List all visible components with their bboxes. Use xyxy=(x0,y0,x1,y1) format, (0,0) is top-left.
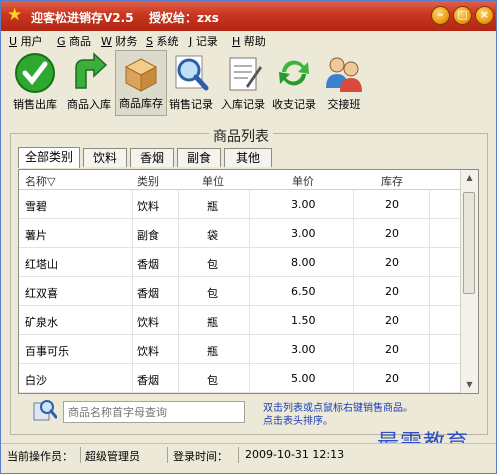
cell-price: 3.00 xyxy=(291,198,316,211)
cell-category: 饮料 xyxy=(137,345,159,358)
product-table[interactable]: 名称▽ 类别 单位 单价 库存 雪碧 饮料 瓶 3.00 20 薯片 副食 袋 … xyxy=(18,169,479,394)
cell-category: 副食 xyxy=(137,229,159,242)
menu-finance[interactable]: W 财务 xyxy=(101,33,137,49)
cell-stock: 20 xyxy=(385,256,399,269)
cell-name: 百事可乐 xyxy=(25,345,69,358)
close-button[interactable]: × xyxy=(475,6,494,25)
table-header: 名称▽ 类别 单位 单价 库存 xyxy=(19,170,462,190)
cell-name: 红塔山 xyxy=(25,258,58,271)
cell-unit: 包 xyxy=(207,258,218,271)
cell-category: 香烟 xyxy=(137,287,159,300)
cell-category: 香烟 xyxy=(137,374,159,387)
table-row[interactable]: 百事可乐 饮料 瓶 3.00 20 xyxy=(19,335,462,364)
cell-name: 矿泉水 xyxy=(25,316,58,329)
cell-price: 8.00 xyxy=(291,256,316,269)
status-divider xyxy=(167,447,168,463)
cell-name: 红双喜 xyxy=(25,287,58,300)
tab-snacks[interactable]: 副食 xyxy=(177,148,221,167)
green-arrow-icon xyxy=(75,52,108,89)
cell-stock: 20 xyxy=(385,285,399,298)
license-label: 授权给：zxs xyxy=(149,11,219,25)
cell-price: 3.00 xyxy=(291,343,316,356)
users-icon xyxy=(326,57,362,92)
tab-drinks[interactable]: 饮料 xyxy=(83,148,127,167)
menu-user[interactable]: U 用户 xyxy=(9,33,43,49)
table-row[interactable]: 矿泉水 饮料 瓶 1.50 20 xyxy=(19,306,462,335)
cell-stock: 20 xyxy=(385,227,399,240)
menu-goods[interactable]: G 商品 xyxy=(57,33,91,49)
scroll-down-icon[interactable]: ▼ xyxy=(461,377,478,393)
box-icon xyxy=(124,58,158,92)
checkmark-icon xyxy=(15,53,55,93)
title-bar[interactable]: ★ 迎客松进销存V2.5 授权给：zxs – □ × xyxy=(1,1,496,31)
cell-price: 5.00 xyxy=(291,372,316,385)
table-row[interactable]: 红双喜 香烟 包 6.50 20 xyxy=(19,277,462,306)
column-header-name[interactable]: 名称▽ xyxy=(25,173,55,189)
cell-unit: 包 xyxy=(207,374,218,387)
cell-price: 1.50 xyxy=(291,314,316,327)
cell-unit: 瓶 xyxy=(207,200,218,213)
star-app-icon: ★ xyxy=(7,5,23,25)
goods-in-button[interactable]: 商品入库 xyxy=(63,50,115,116)
cell-name: 薯片 xyxy=(25,229,47,242)
notepad-icon xyxy=(229,57,262,91)
login-label: 登录时间： xyxy=(173,450,228,463)
status-divider xyxy=(238,447,239,463)
cell-stock: 20 xyxy=(385,343,399,356)
magnifier-icon xyxy=(175,55,209,91)
menu-bar: U 用户 G 商品 W 财务 S 系统 J 记录 H 帮助 xyxy=(1,31,496,48)
scroll-thumb[interactable] xyxy=(463,192,475,294)
shift-handover-button[interactable]: 交接班 xyxy=(319,50,369,116)
cell-stock: 20 xyxy=(385,314,399,327)
operator-value: 超级管理员 xyxy=(85,450,140,463)
maximize-button[interactable]: □ xyxy=(453,6,472,25)
stock-records-button[interactable]: 入库记录 xyxy=(218,50,268,116)
window-title: 迎客松进销存V2.5 xyxy=(31,11,134,25)
status-divider xyxy=(80,447,81,463)
cell-unit: 包 xyxy=(207,287,218,300)
tab-cigarettes[interactable]: 香烟 xyxy=(130,148,174,167)
operator-label: 当前操作员： xyxy=(7,450,73,463)
status-bar: 当前操作员： 超级管理员 登录时间： 2009-10-31 12:13 xyxy=(1,443,496,466)
scroll-up-icon[interactable]: ▲ xyxy=(461,170,478,186)
cell-stock: 20 xyxy=(385,372,399,385)
menu-help[interactable]: H 帮助 xyxy=(232,33,266,49)
column-header-price[interactable]: 单价 xyxy=(292,173,314,189)
login-time: 2009-10-31 12:13 xyxy=(245,448,345,461)
inventory-button[interactable]: 商品库存 xyxy=(115,50,167,116)
cell-price: 3.00 xyxy=(291,227,316,240)
minimize-button[interactable]: – xyxy=(431,6,450,25)
table-row[interactable]: 雪碧 饮料 瓶 3.00 20 xyxy=(19,190,462,219)
sales-out-button[interactable]: 销售出库 xyxy=(9,50,61,116)
cell-category: 饮料 xyxy=(137,200,159,213)
toolbar: 销售出库 商品入库 商品库存 销售记录 入库记录 收支记录 交接班 xyxy=(1,48,496,121)
panel-title: 商品列表 xyxy=(209,126,273,146)
menu-records[interactable]: J 记录 xyxy=(189,33,218,49)
cell-price: 6.50 xyxy=(291,285,316,298)
table-row[interactable]: 薯片 副食 袋 3.00 20 xyxy=(19,219,462,248)
sales-records-button[interactable]: 销售记录 xyxy=(167,50,215,116)
finance-records-button[interactable]: 收支记录 xyxy=(269,50,319,116)
cell-stock: 20 xyxy=(385,198,399,211)
cell-name: 白沙 xyxy=(25,374,47,387)
cell-name: 雪碧 xyxy=(25,200,47,213)
column-header-stock[interactable]: 库存 xyxy=(381,173,403,189)
main-window: ★ 迎客松进销存V2.5 授权给：zxs – □ × U 用户 G 商品 W 财… xyxy=(0,0,497,474)
cell-unit: 瓶 xyxy=(207,345,218,358)
cell-unit: 袋 xyxy=(207,229,218,242)
search-input[interactable] xyxy=(63,401,245,423)
table-row[interactable]: 白沙 香烟 包 5.00 20 xyxy=(19,364,462,393)
table-row[interactable]: 红塔山 香烟 包 8.00 20 xyxy=(19,248,462,277)
cell-category: 饮料 xyxy=(137,316,159,329)
cell-unit: 瓶 xyxy=(207,316,218,329)
column-header-category[interactable]: 类别 xyxy=(137,173,159,189)
menu-system[interactable]: S 系统 xyxy=(146,33,178,49)
search-icon xyxy=(31,397,58,426)
cell-category: 香烟 xyxy=(137,258,159,271)
tab-all[interactable]: 全部类别 xyxy=(18,147,80,168)
column-header-unit[interactable]: 单位 xyxy=(202,173,224,189)
vertical-scrollbar[interactable]: ▲ ▼ xyxy=(460,170,478,393)
tab-other[interactable]: 其他 xyxy=(224,148,272,167)
refresh-icon xyxy=(279,60,309,86)
